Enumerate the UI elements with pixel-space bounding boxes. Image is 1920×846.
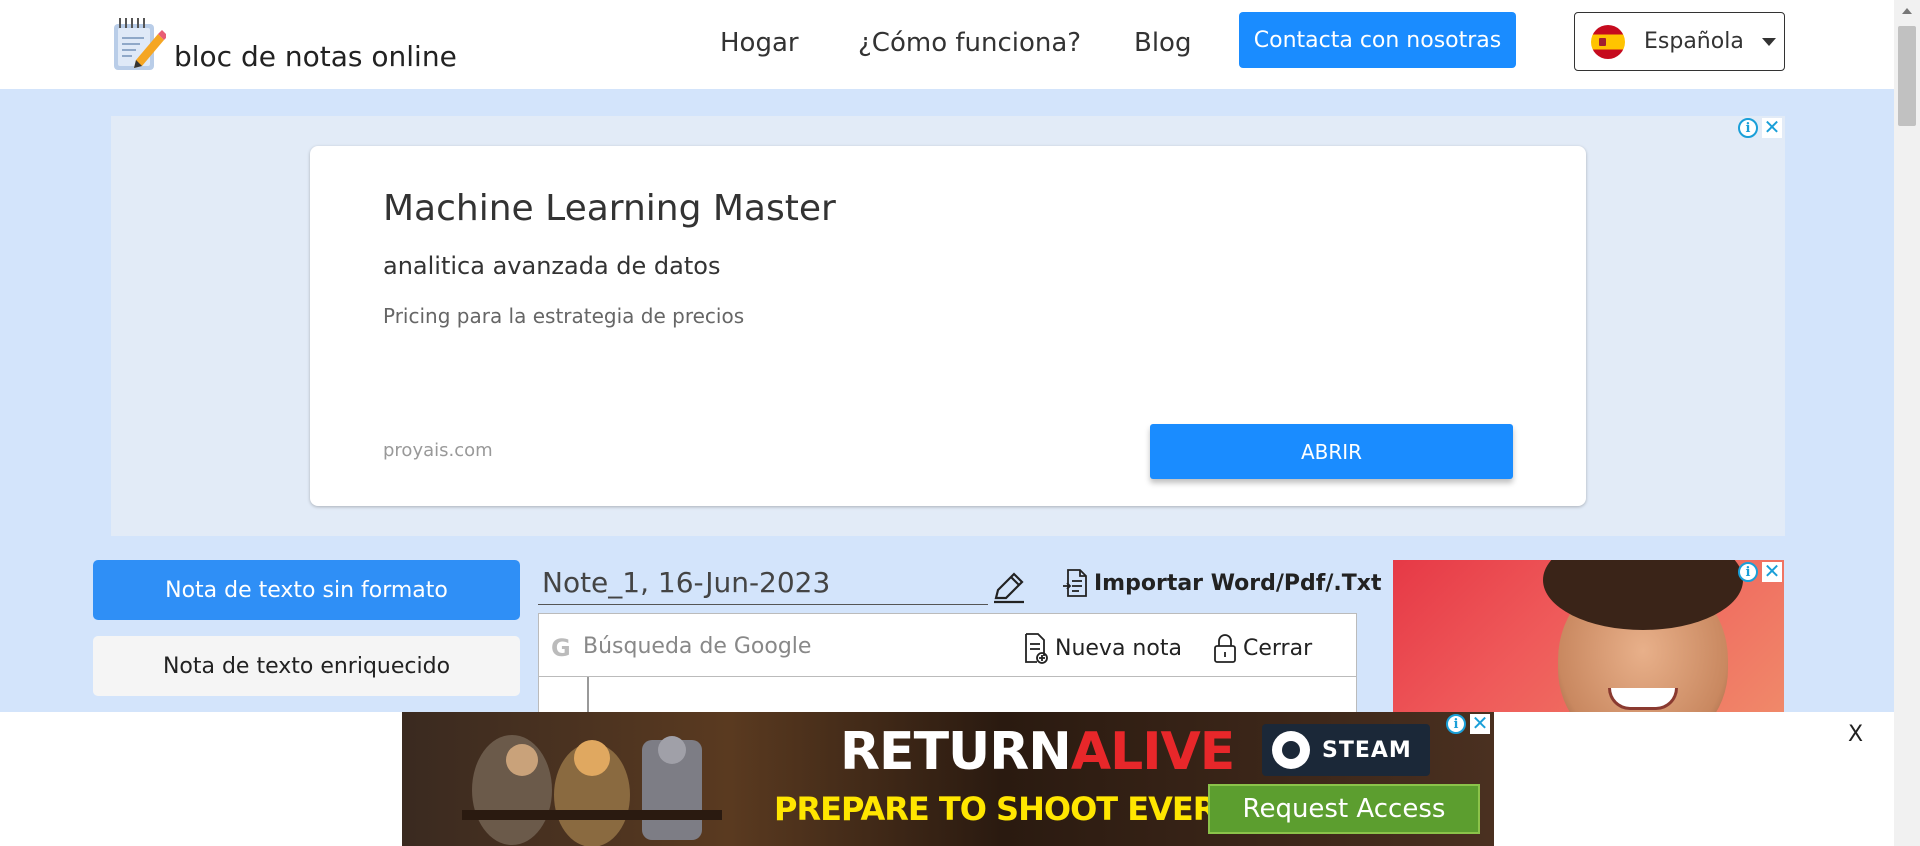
ad-description: Pricing para la estrategia de precios [383, 304, 745, 328]
new-note-button[interactable]: Nueva nota [1023, 632, 1182, 664]
request-access-button[interactable]: Request Access [1208, 784, 1480, 834]
import-label: Importar Word/Pdf/.Txt [1094, 570, 1382, 596]
import-file-icon [1063, 569, 1087, 597]
nav-link-how-it-works[interactable]: ¿Cómo funciona? [858, 28, 1081, 58]
ad-close-icon[interactable]: ✕ [1762, 117, 1782, 138]
new-note-icon [1025, 633, 1048, 664]
close-note-button[interactable]: Cerrar [1213, 632, 1312, 664]
nav-link-blog[interactable]: Blog [1134, 28, 1191, 58]
page-scrollbar[interactable] [1894, 0, 1920, 846]
notepad-pencil-icon [110, 16, 168, 74]
ad-open-button[interactable]: ABRIR [1150, 424, 1513, 479]
ad-domain: proyais.com [383, 440, 493, 461]
note-title-field[interactable]: Note_1, 16-Jun-2023 [538, 560, 988, 605]
game-characters-image [462, 735, 722, 846]
side-ad-image[interactable] [1393, 560, 1784, 720]
note-text-area[interactable] [538, 677, 1357, 717]
line-gutter [587, 677, 589, 717]
ad-info-icon[interactable]: i [1738, 118, 1758, 138]
bottom-ad-close-button[interactable]: X [1848, 722, 1863, 747]
spain-flag-icon [1591, 24, 1625, 59]
bottom-ad-controls: i ✕ [1446, 713, 1490, 734]
contact-button[interactable]: Contacta con nosotras [1239, 12, 1516, 68]
headline-part-white: RETURN [840, 722, 1072, 782]
nav-link-home[interactable]: Hogar [720, 28, 799, 58]
edit-pencil-icon[interactable] [992, 570, 1026, 608]
google-g-icon: G [551, 634, 571, 662]
ad-subtitle: analitica avanzada de datos [383, 252, 721, 280]
ad-info-icon[interactable]: i [1446, 714, 1466, 734]
site-logo[interactable]: bloc de notas online [110, 16, 457, 74]
language-label: Española [1644, 29, 1744, 54]
ad-smile-image [1608, 688, 1678, 710]
ad-close-icon[interactable]: ✕ [1470, 713, 1490, 734]
language-selector[interactable]: Española [1574, 12, 1785, 71]
google-search-input[interactable] [583, 626, 983, 666]
lock-icon [1214, 634, 1236, 663]
ad-title: Machine Learning Master [383, 188, 836, 229]
ad-info-icon[interactable]: i [1738, 562, 1758, 582]
ad-headline: RETURNALIVE [840, 722, 1235, 782]
rich-text-note-button[interactable]: Nota de texto enriquecido [93, 636, 520, 696]
headline-part-red: ALIVE [1070, 722, 1235, 782]
site-header: bloc de notas online Hogar ¿Cómo funcion… [0, 0, 1894, 89]
steam-label: STEAM [1322, 737, 1412, 763]
steam-logo-icon [1272, 731, 1310, 769]
logo-text: bloc de notas online [174, 39, 457, 73]
scrollbar-thumb[interactable] [1898, 26, 1916, 126]
new-note-label: Nueva nota [1055, 635, 1182, 661]
top-ad-card[interactable]: Machine Learning Master analitica avanza… [310, 146, 1586, 506]
close-label: Cerrar [1243, 635, 1313, 661]
top-ad-controls: i ✕ [1738, 117, 1782, 138]
ad-close-icon[interactable]: ✕ [1762, 561, 1782, 582]
import-file-button[interactable]: Importar Word/Pdf/.Txt [1062, 568, 1381, 598]
caret-down-icon [1761, 37, 1776, 46]
steam-badge: STEAM [1262, 724, 1430, 776]
side-ad-controls: i ✕ [1738, 561, 1782, 582]
plain-text-note-button[interactable]: Nota de texto sin formato [93, 560, 520, 620]
scroll-up-arrow-icon[interactable] [1902, 8, 1912, 14]
game-ad-banner[interactable]: RETURNALIVE PREPARE TO SHOOT EVERYTHING … [402, 712, 1494, 846]
editor-toolbar: G Nueva nota Cerrar [538, 613, 1357, 677]
